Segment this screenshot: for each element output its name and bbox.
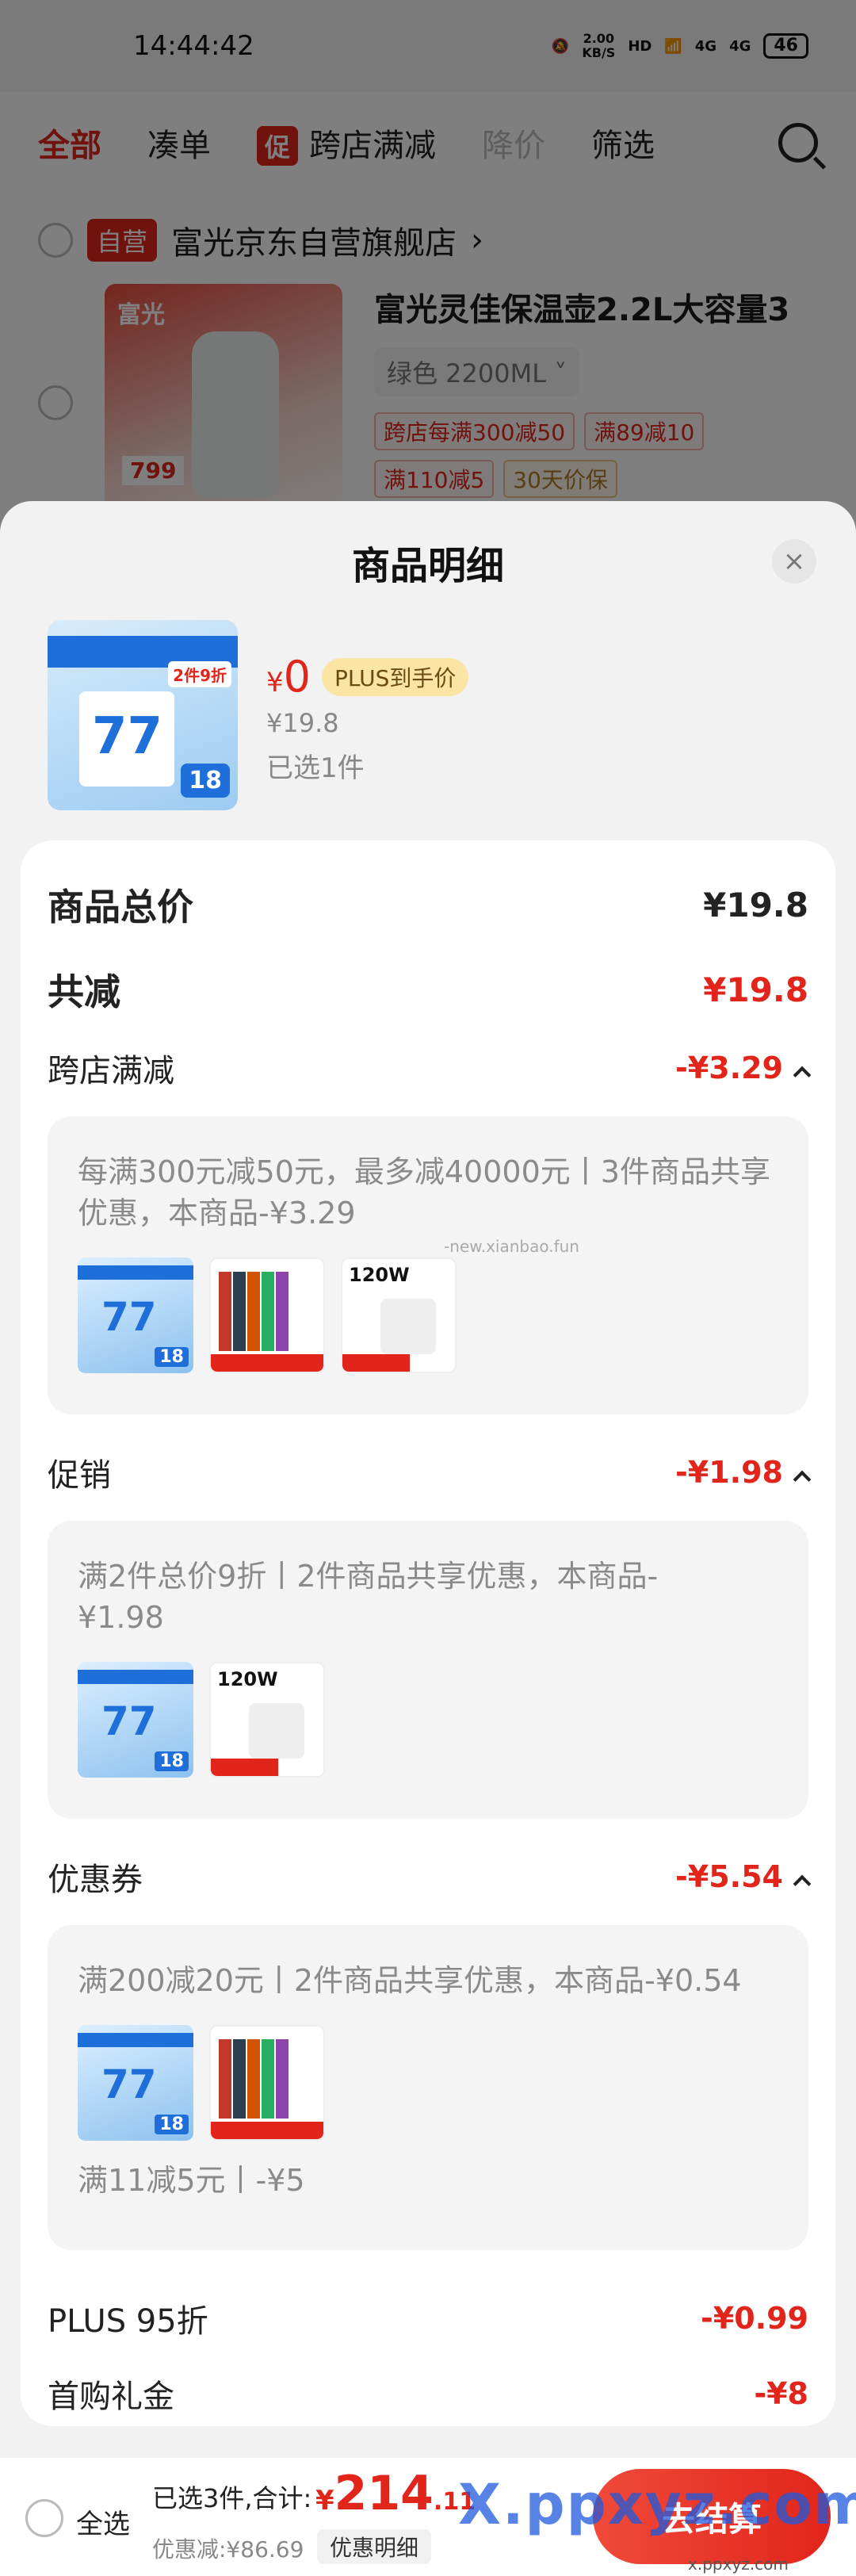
final-price-value: 0 bbox=[283, 652, 311, 702]
section-value: -¥3.29 bbox=[675, 1051, 812, 1085]
charger-thumbnail[interactable]: 120W bbox=[209, 1662, 325, 1778]
watermark-url: x.ppxyz.com bbox=[688, 2555, 789, 2574]
section-detail-text: 每满300元减50元，最多减40000元丨3件商品共享优惠，本商品-¥3.29 bbox=[78, 1154, 770, 1231]
detail-card: 商品总价 ¥19.8 共减 ¥19.8 跨店满减 -¥3.29 每满300元减5… bbox=[21, 840, 835, 2426]
paste-price: 18 bbox=[155, 2115, 189, 2134]
currency-symbol: ¥ bbox=[315, 2485, 334, 2517]
section-cross-store-detail: 每满300元减50元，最多减40000元丨3件商品共享优惠，本商品-¥3.29 … bbox=[48, 1116, 808, 1414]
cart-total: ¥214.11 bbox=[315, 2466, 476, 2521]
reduce-row: 共减 ¥19.8 bbox=[48, 963, 808, 1016]
toothpaste-thumbnail[interactable]: 77 18 bbox=[78, 1662, 193, 1778]
currency-symbol: ¥ bbox=[266, 667, 284, 699]
section-value: -¥5.54 bbox=[675, 1859, 812, 1894]
total-integer: 214 bbox=[334, 2466, 434, 2521]
section-label: 跨店满减 bbox=[48, 1053, 174, 1089]
related-products: 77 18 bbox=[78, 2025, 778, 2141]
section-value-text: -¥1.98 bbox=[675, 1455, 783, 1490]
books-thumbnail[interactable] bbox=[209, 2025, 325, 2141]
charger-thumbnail[interactable]: 120W bbox=[341, 1257, 457, 1373]
first-purchase-value: -¥8 bbox=[754, 2376, 808, 2411]
first-purchase-row: 首购礼金 -¥8 bbox=[48, 2371, 808, 2417]
first-purchase-label: 首购礼金 bbox=[48, 2379, 174, 2415]
original-price: ¥19.8 bbox=[266, 708, 339, 738]
book-spine bbox=[219, 1272, 231, 1351]
watermark-logo: X.ppxyz.com bbox=[458, 2472, 856, 2537]
paste-band bbox=[78, 1265, 193, 1280]
close-button[interactable]: × bbox=[772, 539, 816, 584]
summary-product: 2件9折 77 18 ¥0 PLUS到手价 ¥19.8 已选1件 bbox=[48, 620, 469, 810]
charger-banner bbox=[211, 1759, 279, 1776]
book-spine bbox=[247, 1272, 260, 1351]
section-value-text: -¥5.54 bbox=[675, 1859, 783, 1894]
thumb-price: 18 bbox=[181, 764, 230, 798]
book-spine bbox=[262, 1272, 274, 1351]
final-price: ¥0 PLUS到手价 bbox=[266, 652, 469, 702]
reduce-value: ¥19.8 bbox=[703, 970, 808, 1009]
summary-info: ¥0 PLUS到手价 ¥19.8 已选1件 bbox=[266, 620, 469, 810]
charger-image bbox=[249, 1703, 304, 1759]
book-spine bbox=[233, 2039, 246, 2119]
books-thumbnail[interactable] bbox=[209, 1257, 325, 1373]
plus-discount-label: PLUS 95折 bbox=[48, 2303, 208, 2340]
charger-image bbox=[380, 1299, 436, 1354]
section-label: 优惠券 bbox=[48, 1862, 143, 1898]
charger-label: 120W bbox=[349, 1264, 410, 1286]
chevron-up-icon bbox=[793, 1470, 812, 1489]
reduce-label: 共减 bbox=[48, 970, 120, 1013]
thumb-discount: 2件9折 bbox=[168, 661, 231, 687]
section-coupon-header[interactable]: 优惠券 -¥5.54 bbox=[48, 1854, 812, 1900]
related-products: 77 18 120W bbox=[78, 1257, 778, 1373]
total-row: 商品总价 ¥19.8 bbox=[48, 878, 808, 931]
total-label: 商品总价 bbox=[48, 886, 193, 928]
select-all-checkbox[interactable] bbox=[25, 2499, 63, 2537]
section-detail-text: 满2件总价9折丨2件商品共享优惠，本商品-¥1.98 bbox=[78, 1559, 659, 1635]
related-products: 77 18 120W bbox=[78, 1662, 778, 1778]
select-all-label[interactable]: 全选 bbox=[76, 2502, 130, 2541]
paste-number: 77 bbox=[101, 1294, 157, 1340]
section-value-text: -¥3.29 bbox=[675, 1051, 783, 1085]
book-spine bbox=[233, 1272, 246, 1351]
section-detail-text: 满200减20元丨2件商品共享优惠，本商品-¥0.54 bbox=[78, 1963, 742, 1998]
selected-count: 已选1件 bbox=[266, 752, 365, 784]
paste-price: 18 bbox=[155, 1347, 189, 1367]
sheet-title: 商品明细 bbox=[351, 544, 504, 588]
total-value: ¥19.8 bbox=[703, 885, 808, 924]
plus-discount-value: -¥0.99 bbox=[701, 2301, 808, 2336]
book-spine bbox=[276, 1272, 289, 1351]
section-coupon-detail: 满200减20元丨2件商品共享优惠，本商品-¥0.54 77 18 满11减5元丨… bbox=[48, 1925, 808, 2250]
chevron-up-icon bbox=[793, 1874, 812, 1893]
coupon-extra-text: 满11减5元丨-¥5 bbox=[78, 2163, 305, 2198]
charger-banner bbox=[342, 1354, 411, 1372]
section-label: 促销 bbox=[48, 1457, 111, 1494]
book-spine bbox=[262, 2039, 274, 2119]
watermark-text: -new.xianbao.fun bbox=[444, 1237, 579, 1256]
discount-summary: 优惠减:¥86.69 bbox=[152, 2536, 304, 2563]
section-cross-store-header[interactable]: 跨店满减 -¥3.29 bbox=[48, 1045, 812, 1091]
paste-number: 77 bbox=[101, 1698, 157, 1744]
book-spine bbox=[247, 2039, 260, 2119]
plus-discount-row: PLUS 95折 -¥0.99 bbox=[48, 2295, 808, 2341]
toothpaste-thumbnail[interactable]: 77 18 bbox=[78, 2025, 193, 2141]
discount-detail-sheet: 商品明细 × 2件9折 77 18 ¥0 PLUS到手价 ¥19.8 已选1件 … bbox=[0, 501, 856, 2576]
thumb-number: 77 bbox=[92, 707, 163, 766]
discount-detail-button[interactable]: 优惠明细 bbox=[317, 2529, 432, 2564]
book-banner bbox=[211, 2122, 323, 2139]
book-banner bbox=[211, 1354, 323, 1372]
paste-price: 18 bbox=[155, 1751, 189, 1771]
section-value: -¥1.98 bbox=[675, 1455, 812, 1490]
chevron-up-icon bbox=[793, 1066, 812, 1085]
book-spine bbox=[219, 2039, 231, 2119]
section-promotion-detail: 满2件总价9折丨2件商品共享优惠，本商品-¥1.98 77 18 120W bbox=[48, 1521, 808, 1819]
section-promotion-header[interactable]: 促销 -¥1.98 bbox=[48, 1449, 812, 1495]
book-spine bbox=[276, 2039, 289, 2119]
selected-summary: 已选3件,合计: bbox=[152, 2483, 312, 2513]
plus-price-badge: PLUS到手价 bbox=[322, 657, 469, 696]
paste-band bbox=[78, 1670, 193, 1684]
charger-label: 120W bbox=[217, 1668, 278, 1690]
paste-number: 77 bbox=[101, 2061, 157, 2107]
toothpaste-thumbnail[interactable]: 77 18 bbox=[78, 1257, 193, 1373]
paste-band bbox=[78, 2033, 193, 2047]
toothpaste-thumbnail: 2件9折 77 18 bbox=[48, 620, 238, 810]
